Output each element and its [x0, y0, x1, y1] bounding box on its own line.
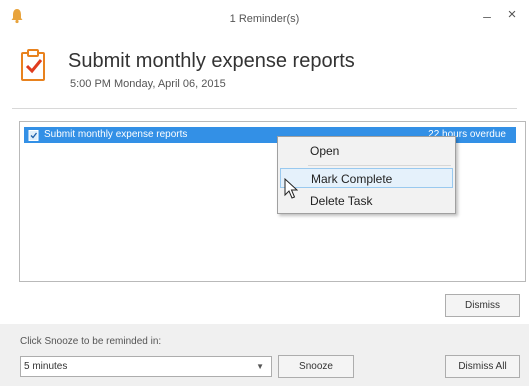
minimize-button[interactable]: – [480, 8, 494, 24]
title-bar: 1 Reminder(s) – × [0, 0, 529, 36]
menu-item-label: Open [310, 144, 340, 158]
snooze-time-select[interactable]: 5 minutes ▼ [20, 356, 272, 377]
task-clipboard-icon [21, 49, 45, 81]
context-menu: Open Mark Complete Delete Task [277, 136, 456, 214]
task-icon [28, 130, 39, 141]
dismiss-all-button[interactable]: Dismiss All [445, 355, 520, 378]
menu-item-label: Delete Task [310, 194, 373, 208]
chevron-down-icon[interactable]: ▼ [256, 362, 264, 371]
snooze-panel: Click Snooze to be reminded in: 5 minute… [0, 324, 529, 386]
menu-item-open[interactable]: Open [280, 141, 453, 161]
mouse-cursor-icon [284, 178, 298, 199]
menu-item-delete-task[interactable]: Delete Task [280, 191, 453, 211]
snooze-button[interactable]: Snooze [278, 355, 354, 378]
close-button[interactable]: × [505, 6, 519, 23]
reminder-subject: Submit monthly expense reports [68, 50, 355, 72]
menu-separator [308, 165, 451, 166]
list-item-subject: Submit monthly expense reports [44, 129, 188, 140]
reminder-due-time: 5:00 PM Monday, April 06, 2015 [70, 78, 226, 90]
snooze-label: Click Snooze to be reminded in: [20, 336, 162, 347]
menu-item-label: Mark Complete [311, 172, 393, 186]
divider [12, 108, 517, 109]
window-title: 1 Reminder(s) [229, 13, 300, 25]
snooze-selected-value: 5 minutes [24, 361, 68, 372]
dismiss-button[interactable]: Dismiss [445, 294, 520, 317]
menu-item-mark-complete[interactable]: Mark Complete [280, 168, 453, 188]
